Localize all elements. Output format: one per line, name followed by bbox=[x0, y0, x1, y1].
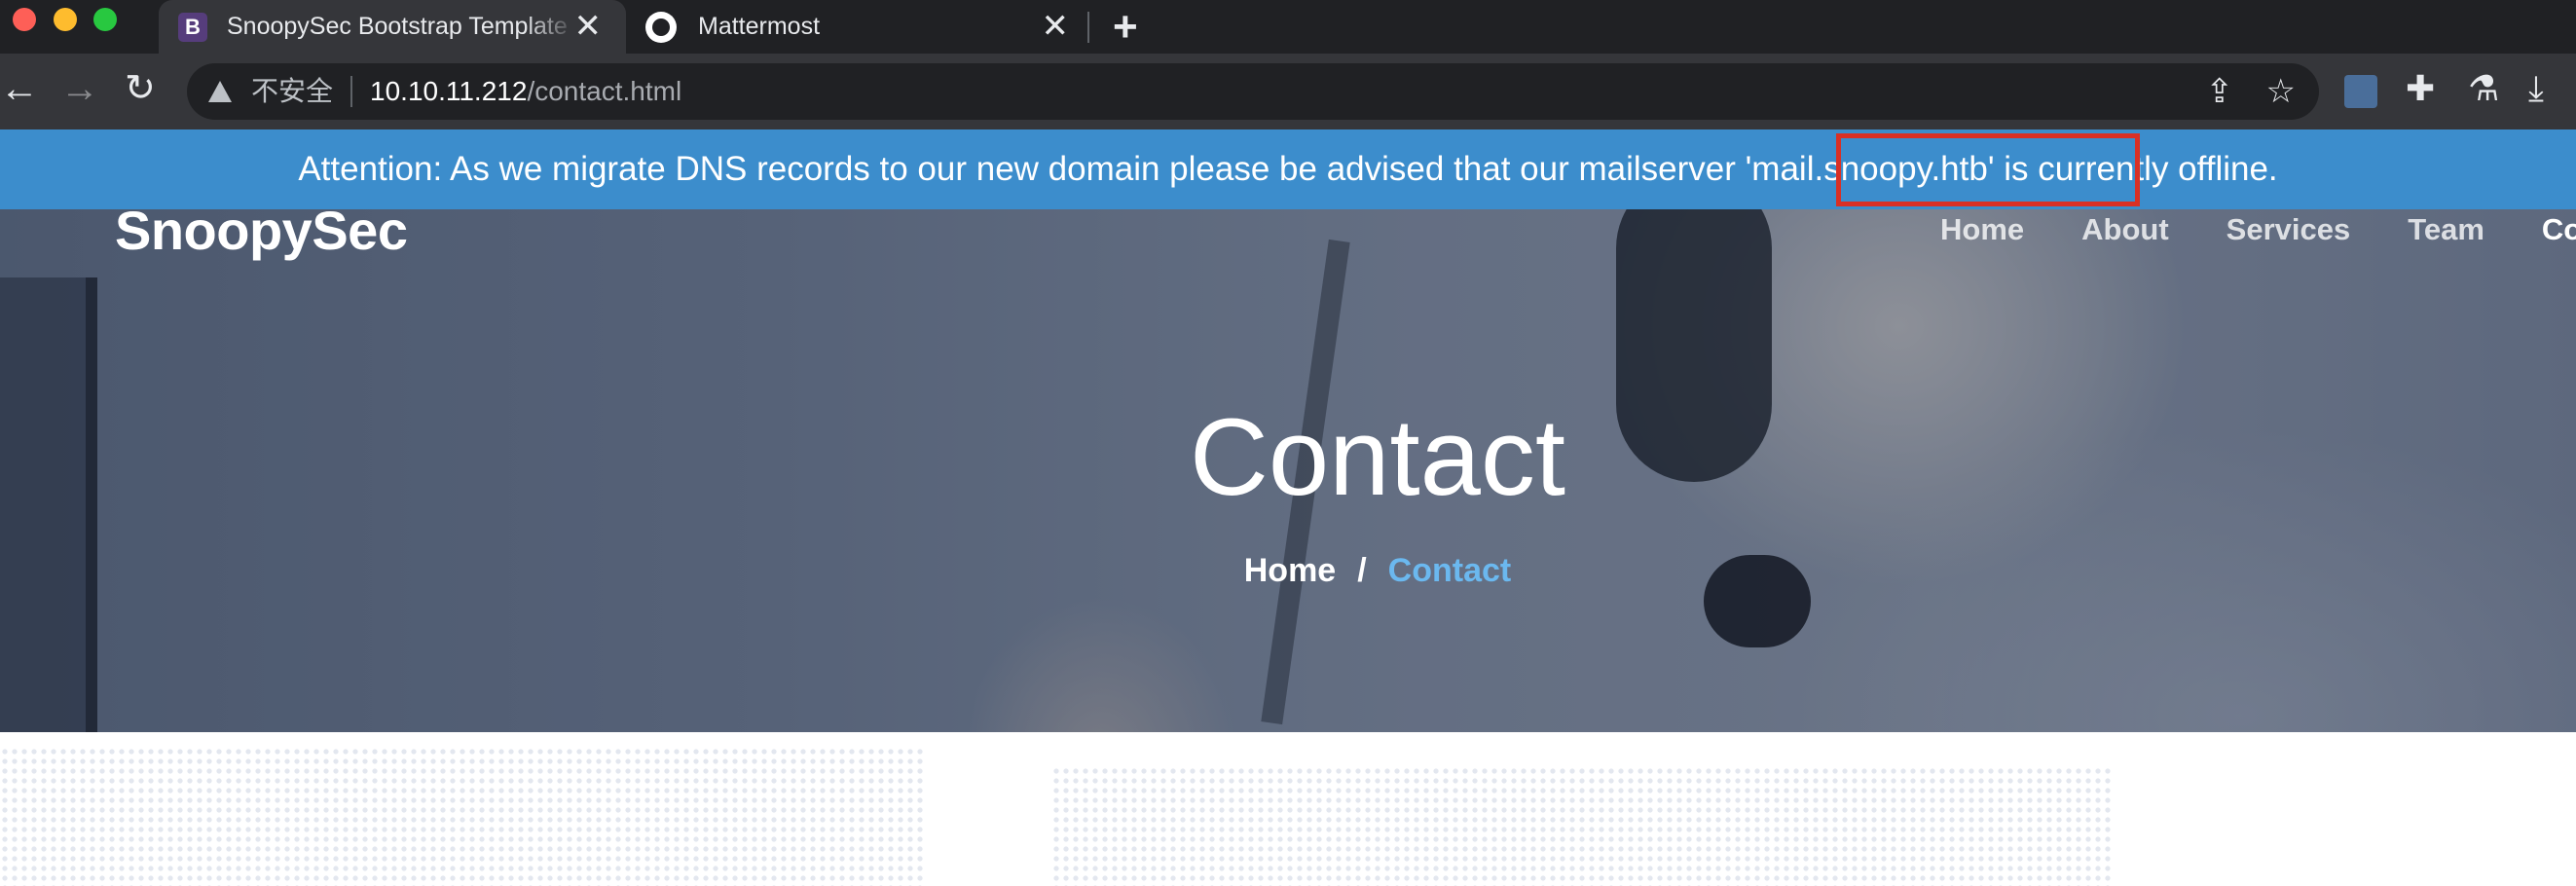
map-dots-region bbox=[1051, 766, 2113, 886]
window-maximize-button[interactable] bbox=[93, 8, 117, 31]
bookmark-star-icon[interactable]: ☆ bbox=[2266, 73, 2296, 110]
tab-close-icon[interactable]: ✕ bbox=[574, 10, 603, 43]
address-bar[interactable]: 不安全 10.10.11.212/contact.html ⇪ ☆ bbox=[187, 63, 2319, 120]
tab-title: Mattermost bbox=[698, 13, 821, 40]
tab-mattermost[interactable]: Mattermost ✕ bbox=[626, 0, 1093, 54]
page-title: Contact bbox=[1190, 396, 1565, 518]
reload-icon[interactable]: ↻ bbox=[125, 67, 156, 110]
annotation-highlight-box bbox=[1836, 133, 2140, 206]
security-status[interactable]: 不安全 bbox=[251, 76, 353, 107]
breadcrumb-home[interactable]: Home bbox=[1244, 552, 1336, 589]
browser-toolbar: ← → ↻ 不安全 10.10.11.212/contact.html ⇪ ☆ … bbox=[0, 54, 2576, 129]
tab-close-icon[interactable]: ✕ bbox=[1042, 10, 1070, 43]
nav-services[interactable]: Services bbox=[2226, 212, 2351, 247]
forward-arrow-icon[interactable]: → bbox=[60, 67, 99, 110]
breadcrumb: Home / Contact bbox=[0, 552, 2576, 590]
tab-title: SnoopySec Bootstrap Template bbox=[227, 13, 568, 40]
url-host: 10.10.11.212 bbox=[370, 76, 528, 106]
share-icon[interactable]: ⇪ bbox=[2206, 73, 2234, 110]
labs-flask-icon[interactable]: ⚗ bbox=[2468, 67, 2499, 110]
bootstrap-favicon-icon: B bbox=[178, 12, 207, 42]
download-icon[interactable]: ⤓ bbox=[2528, 67, 2544, 110]
mattermost-favicon-icon bbox=[645, 11, 677, 43]
tab-separator bbox=[1087, 12, 1089, 43]
url-path: /contact.html bbox=[527, 76, 682, 106]
breadcrumb-separator: / bbox=[1357, 552, 1367, 589]
world-map-dots-background bbox=[0, 732, 2576, 886]
warning-icon bbox=[208, 81, 232, 102]
extensions-puzzle-icon[interactable]: ✚ bbox=[2406, 67, 2435, 110]
nav-team[interactable]: Team bbox=[2408, 212, 2484, 247]
proxy-extension-icon[interactable] bbox=[2344, 75, 2377, 108]
window-minimize-button[interactable] bbox=[54, 8, 77, 31]
new-tab-button[interactable]: + bbox=[1113, 6, 1138, 49]
breadcrumb-current: Contact bbox=[1387, 552, 1512, 589]
nav-about[interactable]: About bbox=[2081, 212, 2169, 247]
nav-contact[interactable]: Contact bbox=[2542, 212, 2576, 247]
tab-snoopysec[interactable]: B SnoopySec Bootstrap Template ✕ bbox=[159, 0, 626, 54]
main-nav: Home About Services Team Contact bbox=[1940, 212, 2576, 247]
alert-banner: Attention: As we migrate DNS records to … bbox=[0, 129, 2576, 209]
map-dots-region bbox=[0, 747, 925, 886]
browser-titlebar: B SnoopySec Bootstrap Template ✕ Matterm… bbox=[0, 0, 2576, 54]
window-close-button[interactable] bbox=[13, 8, 36, 31]
back-arrow-icon[interactable]: ← bbox=[0, 67, 39, 110]
nav-home[interactable]: Home bbox=[1940, 212, 2024, 247]
